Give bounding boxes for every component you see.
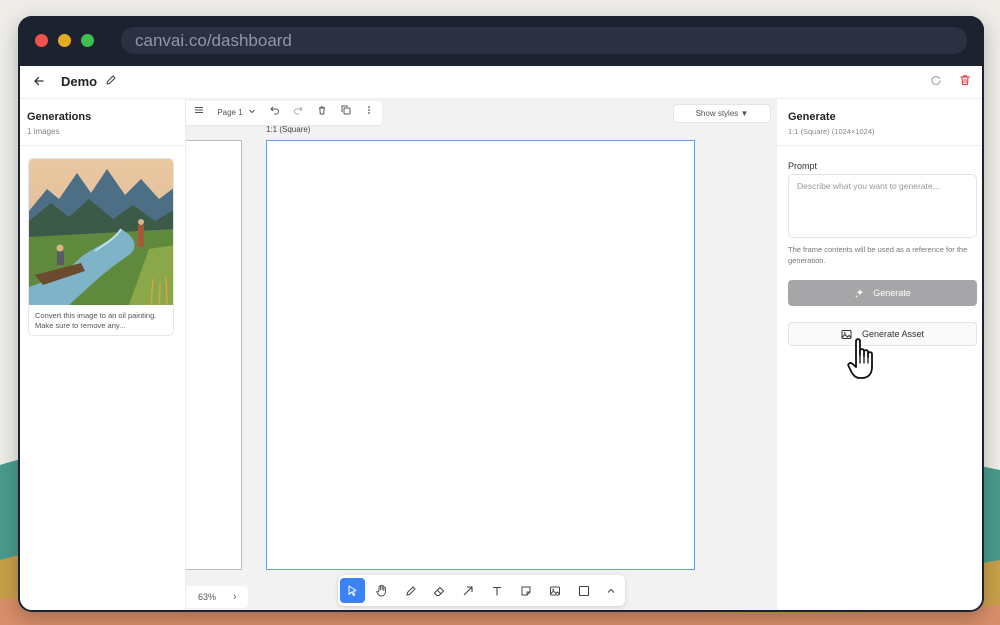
- select-tool[interactable]: [340, 578, 365, 603]
- maximize-window-button[interactable]: [81, 34, 94, 47]
- minimize-window-button[interactable]: [58, 34, 71, 47]
- arrow-tool[interactable]: [455, 578, 480, 603]
- document-title: Demo: [61, 74, 98, 89]
- prompt-input[interactable]: [788, 174, 977, 238]
- generations-panel: Generations 1 images Convert this image …: [20, 99, 186, 610]
- menu-icon[interactable]: [192, 101, 206, 125]
- canvas-area[interactable]: Page 1 Show styles ▼ 1:1 (Square) 63% ›: [186, 99, 776, 610]
- pencil-tool[interactable]: [398, 578, 423, 603]
- main-frame[interactable]: [266, 140, 695, 570]
- prompt-label: Prompt: [788, 161, 818, 171]
- page-selector[interactable]: Page 1: [214, 101, 246, 125]
- image-icon: [549, 586, 560, 595]
- pencil-icon[interactable]: [105, 74, 117, 89]
- frame-tool[interactable]: [571, 578, 596, 603]
- trash-icon[interactable]: [958, 73, 972, 92]
- cursor-icon: [348, 585, 356, 596]
- more-vertical-icon[interactable]: [362, 101, 376, 125]
- duplicate-icon[interactable]: [339, 101, 353, 125]
- generation-caption: Convert this image to an oil painting. M…: [35, 311, 157, 330]
- generate-button-label: Generate: [873, 288, 911, 298]
- generation-thumbnail: [29, 159, 173, 305]
- undo-icon[interactable]: [268, 101, 282, 125]
- back-arrow-icon[interactable]: [33, 74, 45, 90]
- sparkle-icon: [855, 288, 864, 298]
- close-window-button[interactable]: [35, 34, 48, 47]
- generation-card[interactable]: Convert this image to an oil painting. M…: [28, 158, 174, 336]
- browser-window: canvai.co/dashboard Demo Generations 1 i…: [18, 16, 984, 612]
- drawing-toolbar: [338, 575, 625, 606]
- zoom-level: 63%: [198, 592, 217, 602]
- chevron-up-icon: [607, 588, 614, 593]
- generations-title: Generations: [27, 111, 92, 123]
- eraser-icon: [433, 586, 444, 596]
- generate-button[interactable]: Generate: [788, 280, 977, 306]
- url-bar[interactable]: canvai.co/dashboard: [121, 27, 967, 54]
- app-header: Demo: [20, 66, 982, 99]
- eraser-tool[interactable]: [426, 578, 451, 603]
- square-icon: [578, 585, 589, 596]
- sticky-note-icon: [521, 586, 530, 595]
- generate-title: Generate: [788, 111, 836, 123]
- show-styles-button[interactable]: Show styles ▼: [673, 104, 771, 123]
- note-tool[interactable]: [513, 578, 538, 603]
- refresh-icon[interactable]: [930, 73, 942, 89]
- text-icon: [492, 586, 501, 595]
- pencil-icon: [405, 585, 416, 596]
- frame-label: 1:1 (Square): [266, 125, 311, 134]
- zoom-control[interactable]: 63% ›: [186, 586, 248, 608]
- trash-icon[interactable]: [315, 101, 329, 125]
- more-tools[interactable]: [598, 578, 623, 603]
- frame-size-label: 1:1 (Square) (1024×1024): [788, 127, 875, 136]
- reference-hint: The frame contents will be used as a ref…: [788, 245, 968, 265]
- app-content: Demo Generations 1 images Convert this i…: [20, 66, 982, 610]
- previous-frame[interactable]: [186, 140, 242, 570]
- arrow-icon: [463, 585, 473, 595]
- hand-tool[interactable]: [369, 578, 394, 603]
- hand-pointer-icon: [847, 338, 873, 379]
- generations-count: 1 images: [27, 127, 60, 136]
- canvas-top-toolbar: Page 1: [186, 101, 382, 125]
- image-tool[interactable]: [542, 578, 567, 603]
- browser-titlebar: canvai.co/dashboard: [18, 16, 984, 66]
- chevron-down-icon[interactable]: [246, 101, 258, 125]
- text-tool[interactable]: [484, 578, 509, 603]
- redo-icon[interactable]: [291, 101, 305, 125]
- chevron-right-icon[interactable]: ›: [233, 586, 237, 608]
- hand-icon: [376, 584, 386, 597]
- divider: [777, 145, 982, 146]
- divider: [20, 145, 186, 146]
